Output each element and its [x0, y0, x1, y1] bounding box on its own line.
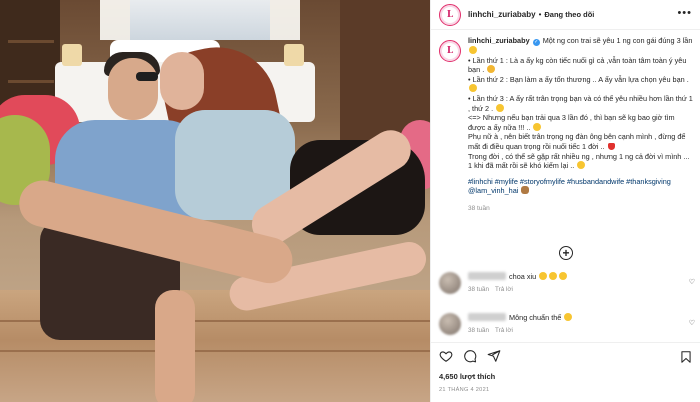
like-comment-heart-icon[interactable]: ♡: [689, 278, 695, 286]
caption-line: • Lần thứ 1 : Là a ấy kg còn tiếc nuối g…: [468, 55, 687, 75]
comment-time: 38 tuần: [468, 286, 490, 293]
smile-emoji-icon: [469, 46, 477, 54]
heart-emoji-icon: [607, 142, 615, 150]
man-leg: [155, 290, 195, 402]
woman-head: [160, 52, 204, 110]
share-icon[interactable]: [487, 349, 501, 363]
heart-icon[interactable]: [439, 349, 453, 363]
post-panel: L linhchi_zuriababy • Đang theo dõi ••• …: [430, 0, 700, 402]
commenter-name-blurred[interactable]: [468, 272, 506, 280]
post-photo[interactable]: [0, 0, 430, 402]
comment-text: Mông chuẩn thế: [509, 313, 562, 322]
curtain: [270, 0, 300, 40]
shelf: [8, 80, 54, 83]
caption-username[interactable]: linhchi_zuriababy: [468, 36, 530, 45]
emoji-icon: [564, 313, 573, 321]
verified-icon: ✓: [532, 39, 540, 46]
comment-time: 38 tuần: [468, 327, 490, 334]
post-date: 21 THÁNG 4 2021: [439, 387, 490, 393]
username-link[interactable]: linhchi_zuriababy: [468, 10, 536, 19]
couple-emoji-icon: [521, 186, 530, 195]
post-header: L linhchi_zuriababy • Đang theo dõi •••: [431, 0, 700, 30]
shelf: [8, 40, 54, 43]
lamp: [62, 44, 82, 66]
bookmark-icon[interactable]: [679, 350, 693, 364]
caption-line: • Lần thứ 2 : Bạn làm a ấy tổn thương ..…: [468, 74, 689, 84]
avatar[interactable]: L: [439, 3, 461, 26]
smile-emoji-icon: [469, 84, 477, 93]
action-bar: [431, 342, 700, 366]
caption-line: <=> Nhưng nếu bạn trải qua 3 lần đó , th…: [468, 113, 675, 132]
smile-emoji-icon: [533, 122, 542, 131]
bench-plank: [0, 350, 430, 352]
sad-emoji-icon: [487, 65, 496, 74]
sunglasses: [136, 72, 158, 81]
reply-link[interactable]: Trả lời: [495, 327, 513, 334]
curtain: [100, 0, 130, 40]
lamp: [284, 44, 304, 66]
comment: choa xiu 38 tuần Trả lời ♡: [439, 272, 695, 294]
reply-link[interactable]: Trả lời: [495, 286, 513, 293]
caption: L linhchi_zuriababy ✓ Một ng con trai sẽ…: [431, 36, 700, 248]
commenter-avatar[interactable]: [439, 272, 461, 294]
emoji-icon: [539, 272, 548, 280]
more-options-icon[interactable]: •••: [677, 8, 692, 19]
caption-time: 38 tuần: [468, 204, 490, 212]
avatar[interactable]: L: [439, 40, 461, 62]
load-more-comments-icon[interactable]: +: [559, 246, 573, 260]
like-comment-heart-icon[interactable]: ♡: [689, 319, 695, 327]
caption-line: Một ng con trai sẽ yêu 1 ng con gái đúng…: [542, 36, 693, 45]
caption-text: linhchi_zuriababy ✓ Một ng con trai sẽ y…: [468, 36, 693, 214]
commenter-name-blurred[interactable]: [468, 313, 506, 321]
emoji-icon: [559, 272, 568, 280]
comment-icon[interactable]: [463, 349, 477, 363]
comment: Mông chuẩn thế 38 tuần Trả lời ♡: [439, 313, 695, 335]
emoji-icon: [549, 272, 558, 280]
laugh-emoji-icon: [496, 103, 505, 112]
caption-line: Phụ nữ à , nên biết trân trọng ng đàn ôn…: [468, 132, 686, 151]
like-count[interactable]: 4,650 lượt thích: [439, 372, 495, 381]
smile-emoji-icon: [577, 161, 586, 170]
comment-text: choa xiu: [509, 272, 537, 281]
hashtags[interactable]: #linhchi #mylife #storyofmylife #husband…: [468, 177, 693, 196]
commenter-avatar[interactable]: [439, 313, 461, 335]
separator-dot: •: [538, 10, 542, 19]
following-button[interactable]: Đang theo dõi: [544, 10, 594, 19]
man-head: [108, 58, 158, 120]
